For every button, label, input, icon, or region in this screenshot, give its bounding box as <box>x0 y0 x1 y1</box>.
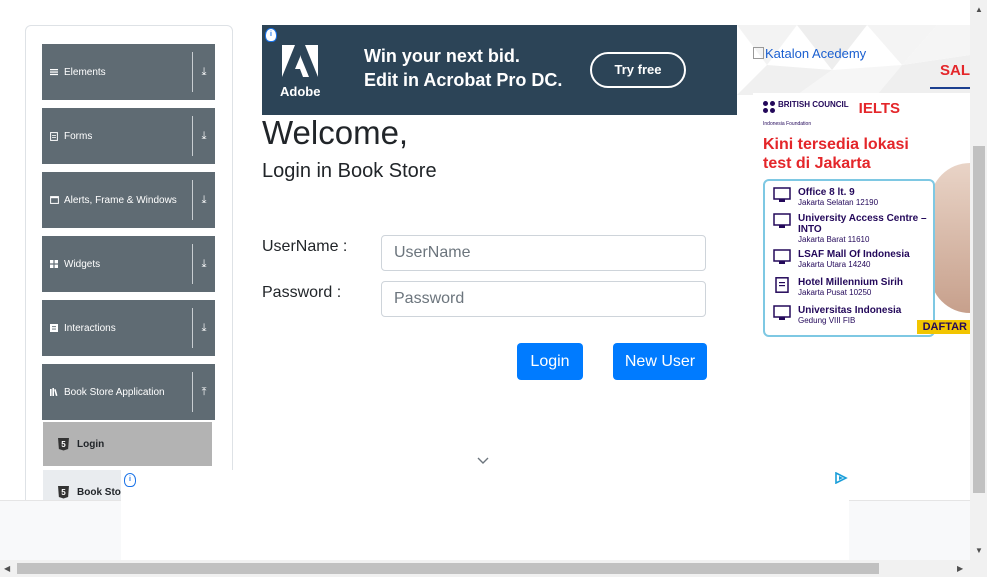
page-title: Welcome, <box>262 114 409 151</box>
group-label: Forms <box>64 130 93 142</box>
expand-arrow-icon: ⤓ <box>201 129 207 142</box>
computer-icon <box>773 187 791 202</box>
location-list: Office 8 lt. 9 Jakarta Selatan 12190 Univ… <box>763 179 935 337</box>
ad-photo <box>930 163 970 313</box>
katalon-ad-image[interactable]: Katalon Acedemy <box>753 46 866 61</box>
expand-arrow-icon: ⤓ <box>201 321 207 334</box>
scroll-left-arrow-icon[interactable]: ◀ <box>4 565 10 573</box>
password-label: Password : <box>262 284 342 301</box>
divider <box>930 87 970 89</box>
ad-partial-text: SAL <box>940 62 970 79</box>
expand-arrow-icon: ⤓ <box>201 193 207 206</box>
ad-privacy-icon[interactable]: i <box>265 28 277 42</box>
adobe-wordmark: Adobe <box>280 84 321 99</box>
expand-arrow-icon: ⤓ <box>201 257 207 270</box>
group-label: Alerts, Frame & Windows <box>64 194 177 206</box>
computer-icon <box>773 305 791 320</box>
location-item: Office 8 lt. 9 Jakarta Selatan 12190 <box>773 187 878 208</box>
books-icon <box>50 388 64 396</box>
location-item: LSAF Mall Of Indonesia Jakarta Utara 1424… <box>773 249 910 270</box>
adchoices-icon[interactable] <box>834 472 848 484</box>
scroll-down-arrow-icon[interactable]: ▼ <box>975 547 983 555</box>
username-label: UserName : <box>262 238 348 255</box>
group-label: Elements <box>64 66 106 78</box>
british-council-text: BRITISH COUNCIL <box>778 100 849 109</box>
katalon-ad[interactable]: Katalon Acedemy SAL <box>737 25 970 95</box>
ielts-ad[interactable]: BRITISH COUNCIL IELTS Indonesia Foundati… <box>753 93 970 342</box>
group-label: Interactions <box>64 322 116 334</box>
html5-icon: 5 <box>58 437 69 451</box>
location-address: Jakarta Pusat 10250 <box>798 288 872 297</box>
chevron-down-icon[interactable] <box>476 453 490 467</box>
list-icon <box>50 68 64 76</box>
group-label: Widgets <box>64 258 101 270</box>
vertical-scrollbar-thumb[interactable] <box>973 146 985 493</box>
html5-icon: 5 <box>58 485 69 499</box>
box-icon <box>50 324 64 332</box>
group-header-alerts-frame-windows[interactable]: Alerts, Frame & Windows ⤓ <box>42 172 215 228</box>
ielts-ad-header: BRITISH COUNCIL IELTS <box>763 101 900 117</box>
location-name: Universitas Indonesia <box>798 305 902 316</box>
ad-privacy-icon[interactable]: i <box>124 473 136 487</box>
grid-icon <box>50 260 64 268</box>
group-header-interactions[interactable]: Interactions ⤓ <box>42 300 215 356</box>
location-address: Gedung VIII FIB <box>798 316 856 325</box>
sidebar-item-login[interactable]: 5 Login <box>43 422 212 466</box>
sidebar-item-label: Login <box>77 438 105 450</box>
document-icon <box>775 277 789 293</box>
broken-image-icon <box>753 47 764 59</box>
ielts-headline: Kini tersedia lokasi test di Jakarta <box>763 136 909 172</box>
location-item: Universitas Indonesia Gedung VIII FIB <box>773 305 901 326</box>
location-address: Jakarta Selatan 12190 <box>798 198 879 207</box>
try-free-button[interactable]: Try free <box>590 52 686 88</box>
location-address: Jakarta Barat 11610 <box>798 235 870 244</box>
expand-arrow-icon: ⤓ <box>201 65 207 78</box>
image-alt-text: Katalon Acedemy <box>765 46 867 61</box>
group-header-book-store-application[interactable]: Book Store Application ⤒ <box>42 364 215 420</box>
adobe-a-icon <box>282 45 318 77</box>
login-button[interactable]: Login <box>517 343 583 380</box>
window-icon <box>50 196 64 204</box>
bottom-banner-ad[interactable]: i <box>121 470 849 560</box>
password-input[interactable] <box>381 281 706 317</box>
adobe-logo: Adobe <box>280 45 320 99</box>
username-input[interactable] <box>381 235 706 271</box>
location-name: Hotel Millennium Sirih <box>798 277 904 288</box>
page-subtitle: Login in Book Store <box>262 160 437 182</box>
british-council-logo-icon <box>763 101 775 113</box>
location-item: Hotel Millennium Sirih Jakarta Pusat 1025… <box>773 277 903 298</box>
location-item: University Access Centre – INTO Jakarta B… <box>773 213 933 245</box>
ad-headline-1: Win your next bid. <box>364 46 520 66</box>
group-label: Book Store Application <box>64 386 165 398</box>
document-icon <box>50 131 64 141</box>
group-header-elements[interactable]: Elements ⤓ <box>42 44 215 100</box>
location-name: LSAF Mall Of Indonesia <box>798 249 910 260</box>
group-header-widgets[interactable]: Widgets ⤓ <box>42 236 215 292</box>
computer-icon <box>773 249 791 264</box>
ad-headline-2: Edit in Acrobat Pro DC. <box>364 70 563 90</box>
scroll-up-arrow-icon[interactable]: ▲ <box>975 6 983 14</box>
scroll-right-arrow-icon[interactable]: ▶ <box>957 565 963 573</box>
horizontal-scrollbar-thumb[interactable] <box>17 563 879 574</box>
daftar-button[interactable]: DAFTAR <box>916 320 970 334</box>
location-address: Jakarta Utara 14240 <box>798 260 871 269</box>
ielts-foundation-text: Indonesia Foundation <box>763 121 812 127</box>
group-header-forms[interactable]: Forms ⤓ <box>42 108 215 164</box>
ielts-logo: IELTS <box>858 100 901 117</box>
computer-icon <box>773 213 791 228</box>
location-name: University Access Centre – INTO <box>798 213 927 235</box>
location-name: Office 8 lt. 9 <box>798 187 855 198</box>
adobe-banner-ad[interactable]: i Adobe Win your next bid. Edit in Acrob… <box>262 25 737 115</box>
collapse-arrow-icon: ⤒ <box>201 385 207 398</box>
new-user-button[interactable]: New User <box>613 343 707 380</box>
left-panel: Elements ⤓ Forms ⤓ Alerts, Frame & Windo… <box>25 25 233 507</box>
